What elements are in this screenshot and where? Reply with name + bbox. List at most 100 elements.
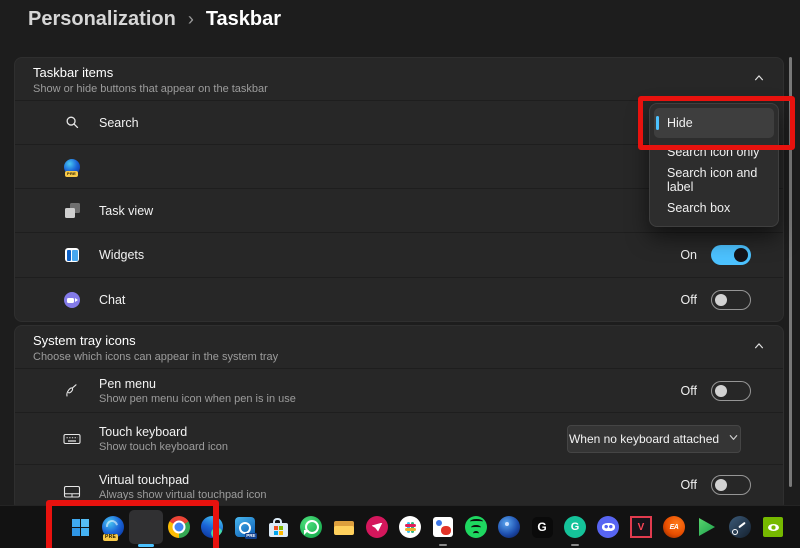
taskbar-items-header: Taskbar items Show or hide buttons that … (15, 58, 783, 100)
section-title: System tray icons (33, 333, 765, 348)
store-icon (269, 523, 288, 537)
search-icon (59, 115, 85, 130)
taskbar-slack[interactable] (398, 515, 422, 539)
virtual-touchpad-icon (59, 485, 85, 499)
valorant-icon: V (630, 516, 652, 538)
pink-bird-icon (366, 516, 388, 538)
page-title: Taskbar (206, 8, 281, 31)
pre-badge: PRE (103, 534, 118, 541)
copilot-preview-icon: PRE (59, 159, 85, 175)
chevron-down-icon (728, 432, 739, 446)
section-subtitle: Choose which icons can appear in the sys… (33, 351, 765, 363)
active-app-indicator (138, 544, 154, 547)
chevron-up-icon (753, 339, 765, 357)
taskbar-chrome[interactable] (167, 515, 191, 539)
taskbar-logitech-g[interactable]: G (530, 515, 554, 539)
breadcrumb-separator-icon: › (188, 9, 194, 30)
slack-icon (399, 516, 421, 538)
pen-menu-toggle[interactable] (711, 381, 751, 401)
breadcrumb-personalization[interactable]: Personalization (28, 8, 176, 31)
system-tray-card: System tray icons Choose which icons can… (14, 325, 784, 511)
taskbar-whatsapp[interactable] (299, 515, 323, 539)
scrollbar-thumb[interactable] (789, 57, 792, 487)
touch-keyboard-select[interactable]: When no keyboard attached (567, 425, 741, 453)
taskbar-edge[interactable] (200, 515, 224, 539)
start-button[interactable] (68, 515, 92, 539)
whatsapp-icon (300, 516, 322, 538)
pre-badge: PRE (245, 533, 257, 539)
chevron-up-icon (753, 71, 765, 89)
row-label: Chat (99, 293, 125, 307)
taskbar-pink-app[interactable] (365, 515, 389, 539)
row-sublabel: Show touch keyboard icon (99, 441, 228, 453)
windows-logo-icon (72, 519, 89, 536)
gear-icon: ⚙ (137, 517, 155, 537)
row-virtual-touchpad: Virtual touchpad Always show virtual tou… (15, 464, 783, 511)
row-label: Widgets (99, 248, 144, 262)
select-value: When no keyboard attached (569, 432, 719, 446)
touch-keyboard-icon (59, 432, 85, 446)
row-label: Task view (99, 204, 153, 218)
row-label: Pen menu (99, 377, 296, 391)
collapse-button[interactable] (749, 70, 769, 90)
taskbar-nvidia[interactable] (761, 515, 785, 539)
row-label: Search (99, 116, 139, 130)
row-sublabel: Show pen menu icon when pen is in use (99, 393, 296, 405)
widgets-toggle[interactable] (711, 245, 751, 265)
virtual-touchpad-toggle[interactable] (711, 475, 751, 495)
widgets-icon (59, 248, 85, 262)
taskbar-file-explorer[interactable] (332, 515, 356, 539)
dropdown-option-hide[interactable]: Hide (654, 108, 774, 138)
taskbar-ea[interactable]: EA (662, 515, 686, 539)
taskbar-valorant[interactable]: V (629, 515, 653, 539)
pen-icon (59, 383, 85, 399)
steam-icon (729, 516, 751, 538)
taskbar-spotify[interactable] (464, 515, 488, 539)
chat-toggle[interactable] (711, 290, 751, 310)
virtual-touchpad-state-label: Off (681, 478, 697, 492)
task-view-icon (59, 203, 85, 218)
taskbar-photos[interactable] (431, 515, 455, 539)
taskbar-blue-orb-app[interactable] (497, 515, 521, 539)
taskbar-settings[interactable]: ⚙ (134, 515, 158, 539)
row-label: Virtual touchpad (99, 473, 267, 487)
spotify-icon (465, 516, 487, 538)
taskbar-microsoft-store[interactable] (266, 515, 290, 539)
breadcrumb: Personalization › Taskbar (28, 8, 281, 31)
grammarly-icon: G (564, 516, 586, 538)
running-indicator (571, 544, 579, 546)
photos-icon (433, 517, 453, 537)
chrome-icon (168, 516, 190, 538)
section-title: Taskbar items (33, 65, 765, 80)
taskbar-outlook-preview[interactable]: PRE (233, 515, 257, 539)
system-tray-header: System tray icons Choose which icons can… (15, 326, 783, 368)
outlook-icon: PRE (235, 517, 255, 537)
logitech-g-icon: G (532, 517, 553, 538)
widgets-state-label: On (680, 248, 697, 262)
edge-icon (201, 516, 223, 538)
dropdown-option-search-icon-only[interactable]: Search icon only (654, 138, 774, 166)
taskbar-google-play-games[interactable] (695, 515, 719, 539)
chat-state-label: Off (681, 293, 697, 307)
taskbar-grammarly[interactable]: G (563, 515, 587, 539)
play-games-icon (699, 518, 715, 536)
settings-window: Personalization › Taskbar Taskbar items … (0, 0, 800, 548)
copilot-pre-badge: PRE (65, 171, 78, 177)
ea-icon: EA (663, 516, 685, 538)
blue-orb-icon (498, 516, 520, 538)
running-indicator (439, 544, 447, 546)
nvidia-icon (763, 517, 783, 537)
taskbar-copilot-preview[interactable]: PRE (101, 515, 125, 539)
row-label: Touch keyboard (99, 425, 228, 439)
row-chat: Chat Off (15, 277, 783, 322)
row-touch-keyboard: Touch keyboard Show touch keyboard icon … (15, 412, 783, 464)
collapse-button[interactable] (749, 338, 769, 358)
taskbar-steam[interactable] (728, 515, 752, 539)
row-widgets: Widgets On (15, 232, 783, 277)
pen-menu-state-label: Off (681, 384, 697, 398)
search-mode-dropdown: Hide Search icon only Search icon and la… (649, 103, 779, 227)
chat-icon (59, 292, 85, 308)
taskbar-discord[interactable] (596, 515, 620, 539)
dropdown-option-search-box[interactable]: Search box (654, 194, 774, 222)
dropdown-option-search-icon-and-label[interactable]: Search icon and label (654, 166, 774, 194)
